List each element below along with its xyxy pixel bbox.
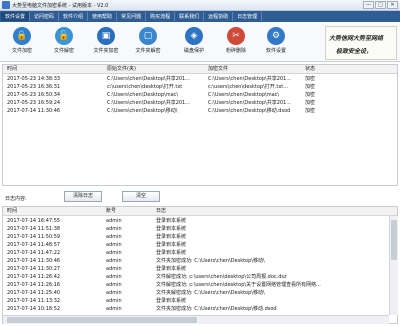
menu-purchase[interactable]: 购买流程 — [146, 12, 176, 21]
menu-access-password[interactable]: 访问密码 — [30, 12, 60, 21]
menu-log-management[interactable]: 日志管理 — [233, 12, 263, 21]
disk-shield-icon: ◈ — [185, 27, 203, 45]
folder-decrypt-button[interactable]: ▢ 文件夹解密 — [130, 24, 166, 58]
table-header: 时间 原始文件(夹) 加密文件 状态 — [3, 65, 397, 74]
window-title: 大势至电脑文件加密系统 - 试用版本 - V2.0 — [12, 2, 109, 9]
horizontal-scrollbar[interactable] — [3, 315, 389, 324]
close-button[interactable]: ✕ — [387, 1, 398, 9]
file-lock-icon: 🔒 — [13, 27, 31, 45]
log-bar: 日志内容: 清除日志 清空 — [0, 190, 400, 206]
banner-line-2: 极致安全设， — [336, 48, 373, 55]
vertical-scrollbar[interactable] — [389, 216, 398, 315]
log-row[interactable]: 2017-07-14 10:18:52 admin 文件夹加密成功: C:\Us… — [3, 305, 397, 314]
gear-icon: ⚙ — [267, 27, 285, 45]
menu-software-settings[interactable]: 软件设置 — [1, 12, 31, 21]
disk-protect-button[interactable]: ◈ 磁盘保护 — [176, 24, 212, 58]
folder-unlock-icon: ▢ — [139, 27, 157, 45]
menu-software-intro[interactable]: 软件介绍 — [59, 12, 89, 21]
table-row[interactable]: 2017-07-14 11:30:46 C:\Users\chen\Deskto… — [3, 107, 397, 116]
column-header-log[interactable]: 日志 — [156, 207, 166, 216]
menu-bar: 软件设置 访问密码 软件介绍 使用帮助 常见问题 购买流程 联系我们 远程协助 … — [0, 11, 400, 22]
column-header-source[interactable]: 原始文件(夹) — [107, 65, 136, 74]
clear-button[interactable]: 清空 — [122, 191, 160, 202]
column-header-time[interactable]: 时间 — [7, 207, 17, 216]
folder-lock-icon: ▣ — [97, 27, 115, 45]
menu-help[interactable]: 使用帮助 — [88, 12, 118, 21]
log-table-header: 时间 账号 日志 — [3, 207, 397, 216]
file-encrypt-button[interactable]: 🔒 文件加密 — [4, 24, 40, 58]
title-bar: 大势至电脑文件加密系统 - 试用版本 - V2.0 — □ ✕ — [0, 0, 400, 11]
scrollbar-thumb[interactable] — [391, 220, 397, 260]
shred-delete-button[interactable]: ✂ 粉碎删除 — [218, 24, 254, 58]
column-header-time[interactable]: 时间 — [7, 65, 17, 74]
settings-button[interactable]: ⚙ 软件设置 — [258, 24, 294, 58]
menu-faq[interactable]: 常见问题 — [117, 12, 147, 21]
log-title: 日志内容: — [5, 196, 27, 202]
encryption-records-table: 时间 原始文件(夹) 加密文件 状态 2017-05-23 14:38:33 C… — [2, 64, 398, 186]
log-table: 时间 账号 日志 2017-07-14 16:47:55 admin 登录到本系… — [2, 206, 398, 324]
folder-encrypt-button[interactable]: ▣ 文件夹加密 — [88, 24, 124, 58]
maximize-button[interactable]: □ — [375, 1, 386, 9]
slogan-banner: 大势信网大势至网络 极致安全设， — [325, 26, 397, 60]
file-unlock-icon: 🔓 — [55, 27, 73, 45]
shred-icon: ✂ — [227, 27, 245, 45]
column-header-account[interactable]: 账号 — [106, 207, 116, 216]
app-icon — [2, 1, 10, 9]
menu-remote-assist[interactable]: 远程协助 — [204, 12, 234, 21]
clear-log-button[interactable]: 清除日志 — [64, 191, 102, 202]
column-header-status[interactable]: 状态 — [305, 65, 315, 74]
banner-line-1: 大势信网大势至网络 — [329, 35, 384, 42]
horizontal-scrollbar-thumb[interactable] — [7, 317, 197, 323]
menu-contact[interactable]: 联系我们 — [175, 12, 205, 21]
column-header-encrypted[interactable]: 加密文件 — [208, 65, 228, 74]
file-decrypt-button[interactable]: 🔓 文件解密 — [46, 24, 82, 58]
minimize-button[interactable]: — — [363, 1, 374, 9]
